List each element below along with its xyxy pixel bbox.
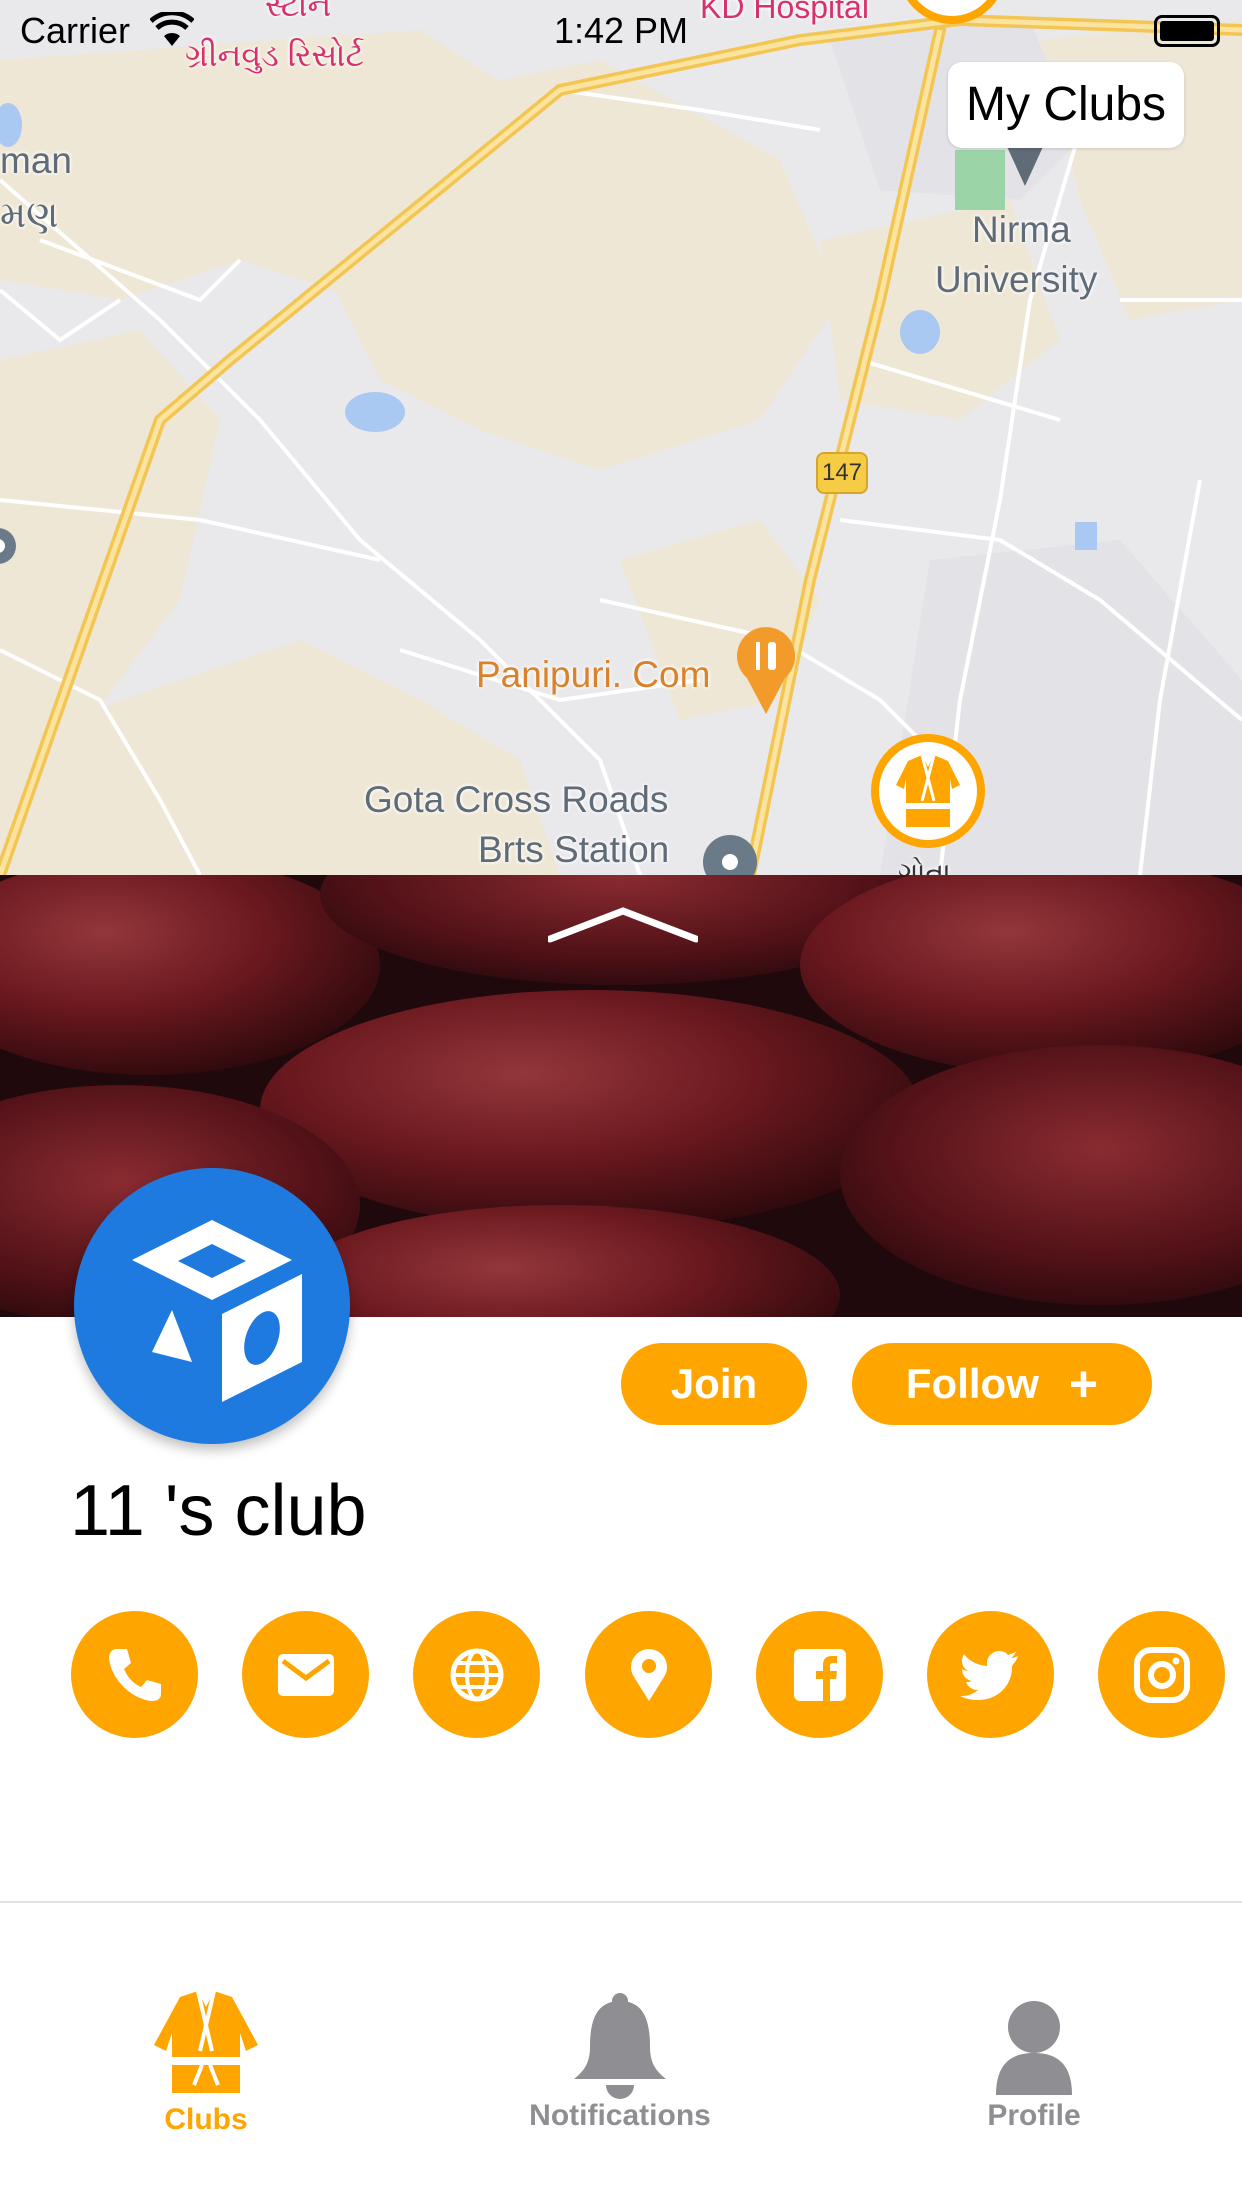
dice-logo-icon	[132, 1220, 302, 1402]
restaurant-pin-icon[interactable]	[737, 626, 795, 716]
tab-clubs-label: Clubs	[164, 2103, 248, 2136]
battery-icon	[1154, 15, 1220, 47]
tab-profile-label: Profile	[987, 2099, 1081, 2132]
status-time: 1:42 PM	[553, 10, 689, 51]
plus-icon: +	[1068, 1356, 1099, 1412]
facebook-button[interactable]	[756, 1611, 883, 1738]
join-button[interactable]: Join	[621, 1343, 807, 1425]
tab-clubs[interactable]: Clubs	[56, 1903, 356, 2136]
follow-label: Follow	[905, 1360, 1039, 1407]
map-label: Nirma	[972, 209, 1071, 250]
twitter-button[interactable]	[927, 1611, 1054, 1738]
tab-notifications-label: Notifications	[529, 2099, 711, 2132]
email-button[interactable]	[242, 1611, 369, 1738]
status-bar: Carrier 1:42 PM	[0, 0, 1242, 60]
location-button[interactable]	[585, 1611, 712, 1738]
club-name: 11 's club	[70, 1471, 367, 1551]
club-avatar	[74, 1168, 350, 1444]
karate-gi-icon	[154, 1990, 258, 2093]
transit-pin-icon[interactable]	[701, 833, 759, 875]
map-pin-icon[interactable]	[0, 518, 16, 578]
map-label: Brts Station	[478, 829, 670, 870]
chevron-up-icon[interactable]	[548, 905, 698, 945]
follow-button[interactable]: Follow +	[852, 1343, 1152, 1425]
globe-icon	[450, 1648, 503, 1701]
map-label: ગોતા	[898, 857, 951, 875]
map-label: મણ	[0, 194, 59, 235]
website-button[interactable]	[413, 1611, 540, 1738]
map-label: Gota Cross Roads	[364, 779, 669, 820]
twitter-icon	[960, 1650, 1018, 1700]
highway-shield: 147	[816, 452, 868, 494]
phone-button[interactable]	[71, 1611, 198, 1738]
map-label: man	[0, 140, 72, 181]
map-label: University	[935, 259, 1098, 300]
tab-notifications[interactable]: Notifications	[470, 1903, 770, 2132]
tab-profile[interactable]: Profile	[884, 1903, 1184, 2132]
instagram-button[interactable]	[1098, 1611, 1225, 1738]
location-pin-icon	[630, 1648, 667, 1701]
email-icon	[277, 1653, 334, 1696]
person-icon	[996, 2001, 1072, 2095]
app-screen: સ્ટોન ગ્રીનવુડ રિસોર્ટ KD Hospital man મ…	[0, 0, 1242, 2208]
my-clubs-button[interactable]: My Clubs	[948, 62, 1185, 148]
bell-icon	[574, 1993, 666, 2099]
map-label: Panipuri. Com	[476, 654, 711, 695]
club-marker-icon[interactable]	[868, 731, 988, 851]
instagram-icon	[1133, 1646, 1190, 1703]
tab-bar: Clubs Notifications Profile	[0, 1901, 1242, 2208]
phone-icon	[108, 1648, 161, 1701]
facebook-icon	[793, 1648, 846, 1701]
